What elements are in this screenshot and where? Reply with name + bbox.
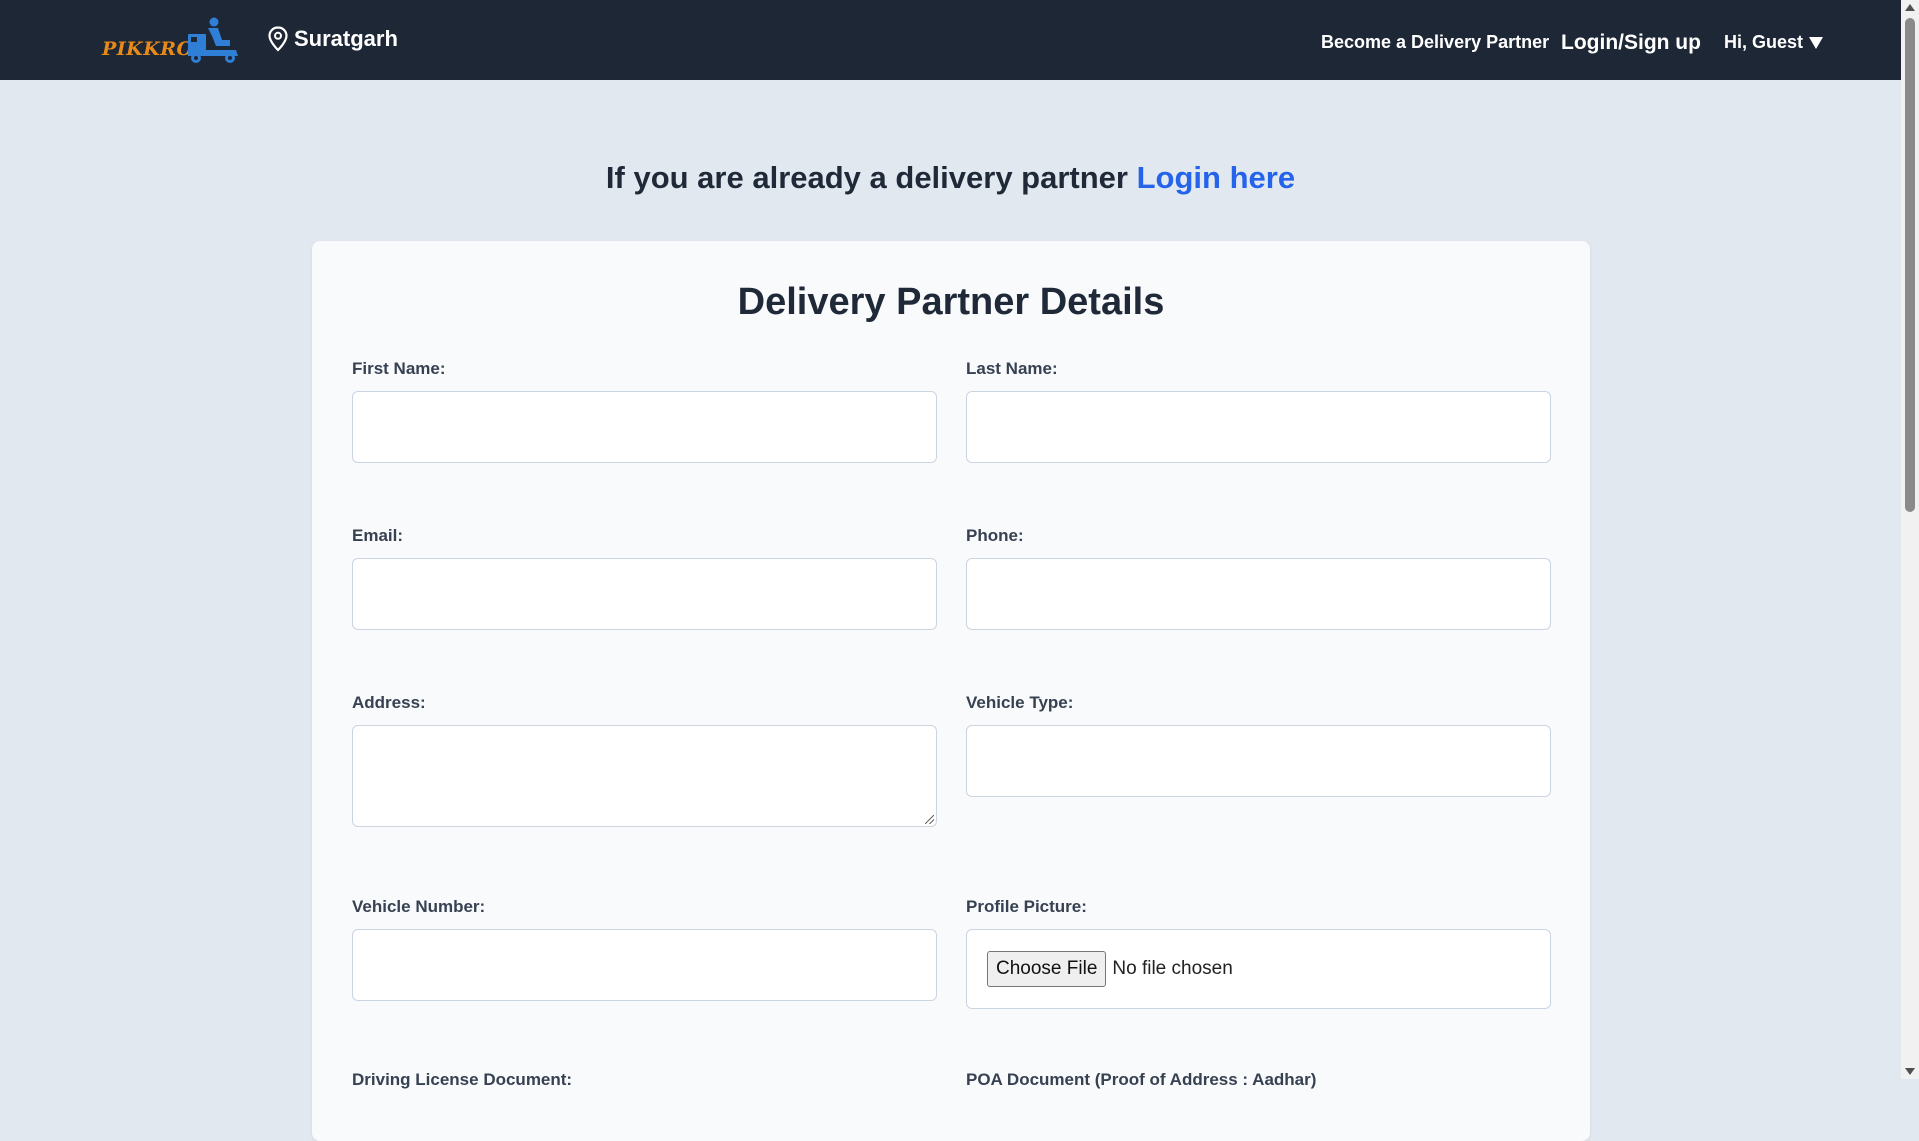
choose-file-button[interactable]: Choose File: [987, 951, 1107, 987]
top-navbar: PIKKRO Suratgarh Become a Delivery Partn…: [0, 0, 1901, 80]
login-signup-link[interactable]: Login/Sign up: [1561, 31, 1701, 55]
email-label: Email:: [352, 526, 404, 545]
banner-text: If you are already a delivery partner: [605, 160, 1128, 195]
existing-partner-banner: If you are already a delivery partner Lo…: [0, 160, 1901, 196]
become-partner-link[interactable]: Become a Delivery Partner: [1321, 32, 1549, 53]
partner-form-card: Delivery Partner Details First Name: Las…: [312, 241, 1590, 1141]
vehicle-type-input[interactable]: [966, 725, 1551, 797]
pikkro-logo[interactable]: PIKKRO: [102, 14, 240, 66]
profile-picture-file-input[interactable]: Choose File No file chosen: [966, 929, 1551, 1009]
address-label: Address:: [352, 693, 426, 712]
form-title: Delivery Partner Details: [737, 281, 1165, 323]
guest-label: Hi, Guest: [1724, 32, 1804, 52]
scroll-down-arrow-icon[interactable]: [1905, 1068, 1915, 1075]
file-status-text: No file chosen: [1112, 958, 1233, 979]
caret-down-icon: [1809, 36, 1824, 49]
location-pin-icon: [268, 26, 288, 52]
vehicle-number-input[interactable]: [352, 929, 937, 1001]
profile-picture-label: Profile Picture:: [966, 897, 1087, 916]
guest-menu[interactable]: Hi, Guest: [1724, 32, 1824, 53]
first-name-input[interactable]: [352, 391, 937, 463]
vehicle-number-label: Vehicle Number:: [352, 897, 486, 916]
last-name-input[interactable]: [966, 391, 1551, 463]
vehicle-type-label: Vehicle Type:: [966, 693, 1074, 712]
poa-document-label: POA Document (Proof of Address : Aadhar): [966, 1070, 1317, 1089]
delivery-scooter-icon: [188, 17, 238, 63]
last-name-label: Last Name:: [966, 359, 1058, 378]
scrollbar-thumb[interactable]: [1905, 18, 1915, 512]
phone-input[interactable]: [966, 558, 1551, 630]
phone-label: Phone:: [966, 526, 1024, 545]
resize-handle-icon[interactable]: [925, 815, 934, 824]
logo-text: PIKKRO: [102, 38, 194, 60]
login-here-link[interactable]: Login here: [1137, 160, 1295, 195]
location-selector[interactable]: Suratgarh: [268, 26, 398, 52]
address-textarea[interactable]: [352, 725, 937, 827]
driving-license-label: Driving License Document:: [352, 1070, 573, 1089]
scroll-up-arrow-icon[interactable]: [1905, 4, 1915, 11]
location-name: Suratgarh: [294, 26, 398, 51]
file-input-row: Choose File No file chosen: [967, 930, 1550, 1008]
first-name-label: First Name:: [352, 359, 446, 378]
email-input[interactable]: [352, 558, 937, 630]
vertical-scrollbar[interactable]: [1901, 0, 1919, 1079]
